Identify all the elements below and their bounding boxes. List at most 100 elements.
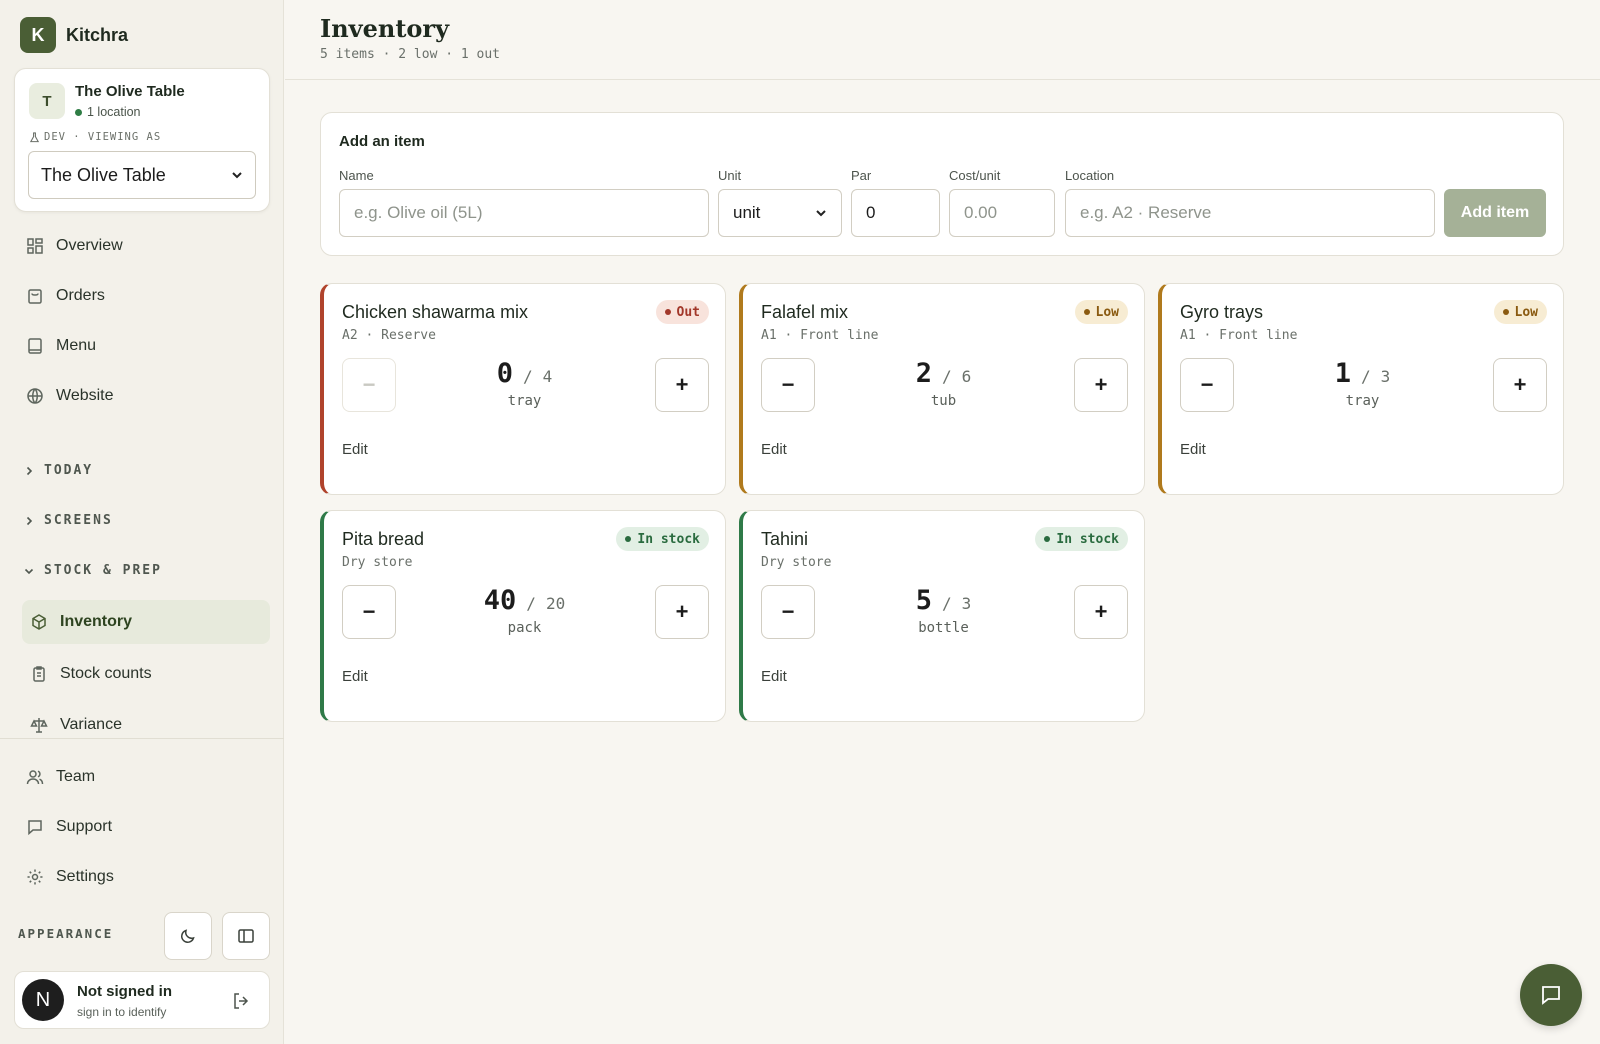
nav-website-label: Website [56,387,114,404]
org-select[interactable]: The Olive Table [28,151,256,199]
status-dot [75,108,82,116]
location-label: Location [1065,168,1115,183]
decrement-button[interactable]: − [761,358,815,412]
increment-button[interactable]: + [655,358,709,412]
bag-icon [28,289,42,304]
sidebar-toggle[interactable] [222,912,270,960]
grid-icon [27,238,43,254]
decrement-button[interactable]: − [1180,358,1234,412]
org-locations-text: 1 location [87,105,141,119]
item-unit: tub [930,393,957,409]
chat-button[interactable] [1520,964,1582,1026]
unit-select[interactable]: unit [718,189,842,237]
dev-viewing-text: DEV · VIEWING AS [44,131,162,143]
unit-select-value: unit [733,203,761,222]
item-name: Tahini [761,529,809,549]
user-subtitle: sign in to identify [77,1005,167,1019]
sign-out-icon[interactable] [231,991,251,1011]
item-unit: pack [507,620,542,636]
edit-button[interactable]: Edit [761,441,787,458]
sidebar-divider [0,738,284,739]
nav-support[interactable]: Support [18,805,270,849]
nav-overview[interactable]: Overview [18,224,270,268]
decrement-button[interactable]: − [761,585,815,639]
cost-input[interactable]: 0.00 [949,189,1055,237]
item-card: Pita bread Dry store In stock − 40/20 pa… [320,510,726,722]
appearance-label: APPEARANCE [18,926,114,941]
edit-button[interactable]: Edit [761,668,787,685]
nav-orders-label: Orders [56,287,105,304]
nav-stock-counts[interactable]: Stock counts [22,652,270,696]
status-badge: Low [1493,300,1547,324]
nav-inventory[interactable]: Inventory [22,600,270,644]
status-text: In stock [1056,531,1119,547]
item-card: Falafel mix A1 · Front line Low − 2/6 tu… [739,283,1145,495]
increment-button[interactable]: + [1493,358,1547,412]
nav-variance[interactable]: Variance [22,703,270,747]
increment-button[interactable]: + [655,585,709,639]
page-title: Inventory [320,14,450,43]
name-input[interactable]: e.g. Olive oil (5L) [339,189,709,237]
status-text: Low [1095,304,1119,320]
decrement-button[interactable]: − [342,585,396,639]
status-dot [1083,309,1090,315]
increment-button[interactable]: + [1074,358,1128,412]
message-icon [28,820,42,836]
item-quantity: 1 [1334,358,1351,389]
brand[interactable]: K Kitchra [20,17,128,53]
section-today[interactable]: TODAY [24,463,93,478]
section-today-label: TODAY [44,463,94,478]
add-item-button[interactable]: Add item [1444,189,1546,237]
sidebar: K Kitchra T The Olive Table 1 location D… [0,0,284,1044]
nav-team[interactable]: Team [18,755,270,799]
edit-button[interactable]: Edit [1180,441,1206,458]
item-quantity: 0 [496,358,513,389]
item-name: Pita bread [342,529,425,549]
nav-orders[interactable]: Orders [18,274,270,318]
item-par: 3 [961,594,972,613]
item-par: 3 [1380,367,1391,386]
location-input[interactable]: e.g. A2 · Reserve [1065,189,1435,237]
org-card: T The Olive Table 1 location DEV · VIEWI… [14,68,270,212]
item-quantity: 40 [483,585,517,616]
section-screens-label: SCREENS [44,513,113,528]
status-badge: In stock [616,527,709,551]
nav-variance-label: Variance [60,716,122,733]
item-unit: tray [507,393,542,409]
org-locations: 1 location [75,105,141,119]
item-name: Falafel mix [761,302,849,322]
item-par: 6 [961,367,972,386]
scale-icon [30,718,48,733]
clipboard-icon [33,666,45,682]
item-par: 4 [542,367,553,386]
org-avatar: T [29,83,65,119]
status-badge: In stock [1035,527,1128,551]
dark-mode-toggle[interactable] [164,912,212,960]
decrement-button[interactable]: − [342,358,396,412]
user-card: N Not signed in sign in to identify [14,971,270,1029]
status-dot [1044,536,1051,542]
item-location: Dry store [342,555,413,570]
status-text: Low [1514,304,1538,320]
location-placeholder: e.g. A2 · Reserve [1080,203,1212,222]
increment-button[interactable]: + [1074,585,1128,639]
status-dot [1502,309,1509,315]
quantity-display: 40/20 pack [414,585,635,636]
edit-button[interactable]: Edit [342,441,368,458]
nav-menu-label: Menu [56,337,97,354]
section-screens[interactable]: SCREENS [24,513,113,528]
item-card: Tahini Dry store In stock − 5/3 bottle +… [739,510,1145,722]
add-item-form: Add an item Name e.g. Olive oil (5L) Uni… [320,112,1564,256]
nav-menu[interactable]: Menu [18,324,270,368]
user-name: Not signed in [77,983,172,1000]
quantity-display: 2/6 tub [833,358,1054,409]
status-text: Out [676,304,700,320]
par-input[interactable]: 0 [851,189,940,237]
edit-button[interactable]: Edit [342,668,368,685]
nav-website[interactable]: Website [18,374,270,418]
nav-overview-label: Overview [56,237,123,254]
cost-label: Cost/unit [949,168,1001,183]
section-stock-prep[interactable]: STOCK & PREP [24,563,162,578]
nav-settings[interactable]: Settings [18,855,270,899]
item-name: Chicken shawarma mix [342,302,529,322]
